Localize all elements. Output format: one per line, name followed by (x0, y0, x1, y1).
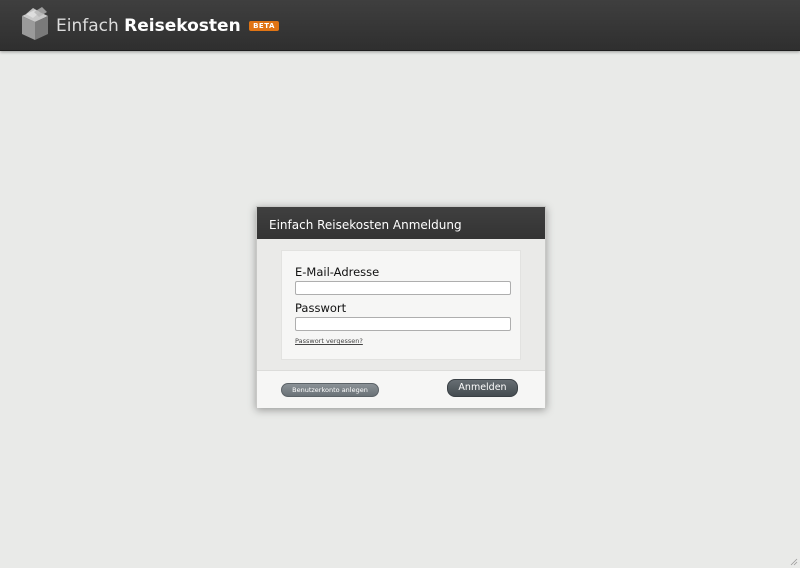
brand-text-bold: Reisekosten (124, 16, 241, 36)
login-button[interactable]: Anmelden (447, 379, 518, 397)
password-input[interactable] (295, 317, 511, 331)
cube-box-icon (22, 7, 48, 40)
email-input[interactable] (295, 281, 511, 295)
top-navigation-bar: Einfach Reisekosten BETA (0, 0, 800, 51)
beta-badge: BETA (249, 21, 279, 31)
forgot-password-link[interactable]: Passwort vergessen? (295, 337, 363, 345)
dialog-title: Einfach Reisekosten Anmeldung (257, 207, 545, 239)
dialog-footer: Benutzerkonto anlegen Anmelden (257, 370, 545, 408)
email-label: E-Mail-Adresse (295, 265, 380, 279)
password-label: Passwort (295, 301, 347, 315)
resize-grip-icon[interactable] (790, 558, 798, 566)
login-dialog: Einfach Reisekosten Anmeldung E-Mail-Adr… (256, 206, 546, 408)
brand-text-light: Einfach (56, 16, 119, 36)
app-brand[interactable]: Einfach Reisekosten BETA (56, 16, 279, 36)
login-form: E-Mail-Adresse Passwort Passwort vergess… (281, 250, 521, 360)
create-account-button[interactable]: Benutzerkonto anlegen (281, 383, 379, 397)
